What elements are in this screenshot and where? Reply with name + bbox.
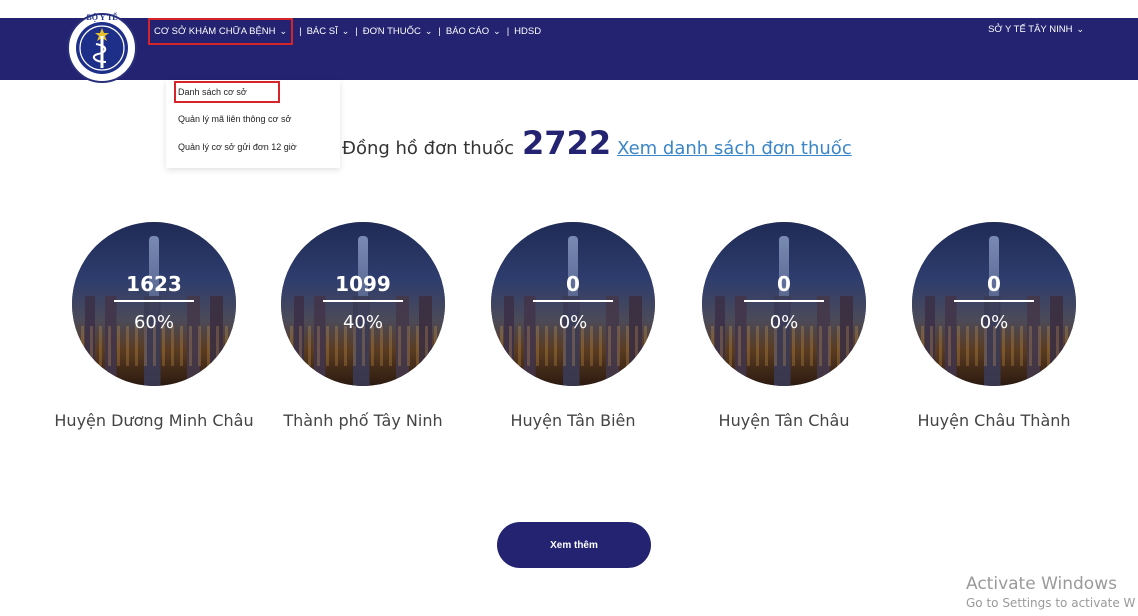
main-nav: CƠ SỞ KHÁM CHỮA BỆNH ⌄ | BÁC SĨ ⌄ | ĐƠN … [147, 17, 541, 45]
nav-separator: | [438, 25, 441, 37]
chevron-down-icon: ⌄ [493, 25, 501, 36]
district-count: 1623 [126, 272, 182, 296]
nav-label: BÁO CÁO [445, 25, 490, 37]
nav-bao-cao[interactable]: BÁO CÁO ⌄ [446, 26, 501, 37]
district-name: Huyện Châu Thành [917, 411, 1071, 430]
district-count: 0 [777, 272, 791, 296]
nav-co-so-kham-chua-benh[interactable]: CƠ SỞ KHÁM CHỮA BỆNH ⌄ [147, 17, 294, 45]
facility-dropdown-menu: Danh sách cơ sở Quản lý mã liên thông cơ… [166, 80, 340, 168]
district-name: Huyện Dương Minh Châu [54, 411, 254, 430]
district-card[interactable]: 0 0% Huyện Tân Châu [679, 222, 889, 432]
district-percent: 40% [342, 312, 383, 333]
menu-item-quan-ly-co-so-gui-don[interactable]: Quản lý cơ sở gửi đơn 12 giờ [178, 142, 297, 152]
chevron-down-icon: ⌄ [341, 25, 350, 36]
district-card[interactable]: 1099 40% Thành phố Tây Ninh [258, 222, 468, 432]
menu-item-danh-sach-co-so[interactable]: Danh sách cơ sở [174, 81, 280, 103]
district-count: 0 [566, 272, 580, 296]
divider [323, 300, 403, 302]
nav-bac-si[interactable]: BÁC SĨ ⌄ [307, 26, 350, 37]
district-count: 1099 [335, 272, 391, 296]
nav-hdsd[interactable]: HDSD [514, 26, 541, 37]
district-card[interactable]: 0 0% Huyện Châu Thành [889, 222, 1099, 432]
district-circle: 0 0% [702, 222, 866, 386]
district-circle: 0 0% [912, 222, 1076, 386]
chevron-down-icon: ⌄ [279, 25, 288, 36]
nav-separator: | [355, 25, 358, 37]
chevron-down-icon: ⌄ [424, 25, 433, 36]
district-name: Huyện Tân Biên [510, 411, 636, 430]
district-name: Huyện Tân Châu [718, 411, 850, 430]
district-name: Thành phố Tây Ninh [283, 411, 443, 430]
svg-text:BỘ Y TẾ: BỘ Y TẾ [86, 12, 117, 22]
watermark-title: Activate Windows [966, 574, 1117, 594]
nav-label: HDSD [514, 25, 542, 37]
counter-label: Đồng hồ đơn thuốc [342, 138, 515, 159]
account-label: SỞ Y TẾ TÂY NINH [988, 24, 1073, 35]
district-circle: 1623 60% [72, 222, 236, 386]
nav-label: BÁC SĨ [306, 25, 338, 37]
nav-label: ĐƠN THUỐC [362, 25, 421, 37]
account-menu[interactable]: SỞ Y TẾ TÂY NINH ⌄ [988, 24, 1084, 35]
watermark-subtitle: Go to Settings to activate W [966, 596, 1136, 610]
district-percent: 60% [133, 312, 174, 333]
divider [744, 300, 824, 302]
view-prescriptions-link[interactable]: Xem danh sách đơn thuốc [617, 138, 852, 159]
district-card[interactable]: 1623 60% Huyện Dương Minh Châu [49, 222, 259, 432]
district-count: 0 [987, 272, 1001, 296]
district-percent: 0% [769, 312, 799, 333]
divider [533, 300, 613, 302]
district-percent: 0% [979, 312, 1009, 333]
prescription-counter: Đồng hồ đơn thuốc 2722 Xem danh sách đơn… [342, 124, 852, 166]
nav-separator: | [299, 25, 302, 37]
divider [954, 300, 1034, 302]
menu-item-quan-ly-ma-lien-thong[interactable]: Quản lý mã liên thông cơ sở [178, 114, 291, 124]
activate-windows-watermark: Activate Windows Go to Settings to activ… [966, 574, 1135, 610]
district-card[interactable]: 0 0% Huyện Tân Biên [468, 222, 678, 432]
ministry-of-health-logo[interactable]: BỘ Y TẾ [60, 4, 144, 88]
district-circle: 1099 40% [281, 222, 445, 386]
view-more-button[interactable]: Xem thêm [497, 522, 651, 568]
chevron-down-icon: ⌄ [1076, 24, 1084, 34]
district-circle: 0 0% [491, 222, 655, 386]
nav-separator: | [506, 25, 510, 37]
nav-don-thuoc[interactable]: ĐƠN THUỐC ⌄ [363, 26, 433, 37]
counter-value: 2722 [522, 124, 612, 162]
nav-label: CƠ SỞ KHÁM CHỮA BỆNH [154, 25, 276, 37]
district-percent: 0% [558, 312, 588, 333]
divider [114, 300, 194, 302]
